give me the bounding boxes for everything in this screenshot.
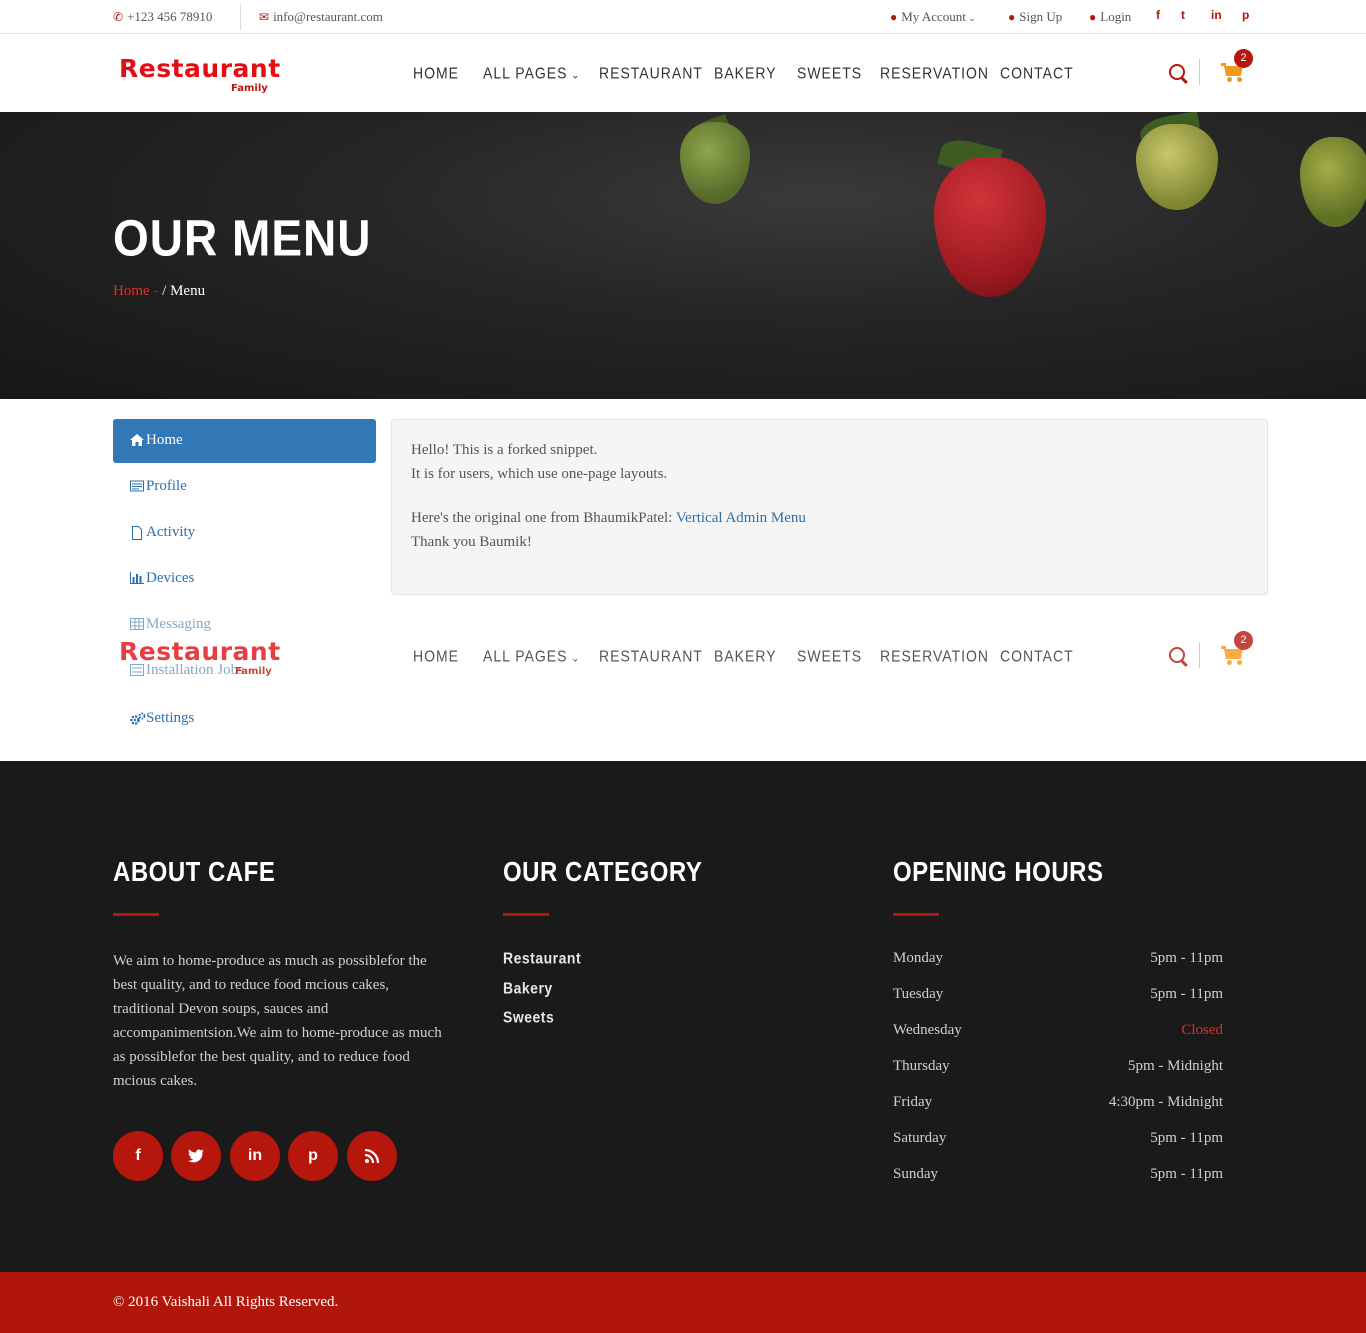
sign-up-link[interactable]: ● Sign Up [1008, 9, 1062, 25]
pinterest-icon[interactable]: p [1242, 8, 1249, 22]
header-divider [1199, 59, 1200, 85]
copyright-bar: © 2016 Vaishali All Rights Reserved. [0, 1272, 1366, 1333]
hours-row: Tuesday 5pm - 11pm [893, 986, 1223, 1002]
about-text: We aim to home-produce as much as possib… [113, 953, 442, 1089]
nav-home[interactable]: HOME [413, 647, 459, 665]
hours-row: Wednesday Closed [893, 1022, 1223, 1038]
facebook-icon[interactable]: f [1156, 8, 1160, 22]
green-strawberry-image [1136, 124, 1218, 210]
content-text: Thank you Baumik! [411, 534, 532, 550]
nav-reservation[interactable]: RESERVATION [880, 64, 989, 82]
nav-contact[interactable]: CONTACT [1000, 647, 1074, 665]
gears-icon [130, 712, 146, 725]
heading-underline [893, 913, 939, 916]
home-icon [130, 434, 144, 446]
sidebar-item-devices[interactable]: Devices [113, 557, 376, 601]
page-hero: OUR MENU Home - / Menu [0, 112, 1366, 399]
nav-restaurant[interactable]: RESTAURANT [599, 64, 703, 82]
nav-all-pages[interactable]: ALL PAGES ⌄ [483, 647, 581, 665]
nav-reservation[interactable]: RESERVATION [880, 647, 989, 665]
nav-sweets[interactable]: SWEETS [797, 647, 862, 665]
green-strawberry-image [1300, 137, 1366, 227]
about-heading: ABOUT CAFE [113, 857, 276, 889]
sidebar-item-home[interactable]: Home [113, 419, 376, 463]
footer: ABOUT CAFE We aim to home-produce as muc… [0, 761, 1366, 1272]
content-text: Here's the original one from BhaumikPate… [411, 510, 806, 526]
linkedin-icon[interactable]: in [230, 1131, 280, 1181]
hours-row: Sunday 5pm - 11pm [893, 1166, 1223, 1182]
hours-row: Friday 4:30pm - Midnight [893, 1094, 1223, 1110]
nav-sweets[interactable]: SWEETS [797, 64, 862, 82]
hours-heading: OPENING HOURS [893, 857, 1104, 889]
chevron-down-icon: ⌄ [965, 13, 976, 23]
content-text: It is for users, which use one-page layo… [411, 466, 668, 482]
page-title: OUR MENU [113, 209, 372, 267]
twitter-icon[interactable]: t [1181, 8, 1185, 22]
pinterest-icon[interactable]: p [288, 1131, 338, 1181]
nav-contact[interactable]: CONTACT [1000, 64, 1074, 82]
chevron-down-icon: ⌄ [567, 652, 581, 665]
breadcrumb-home-link[interactable]: Home [113, 283, 150, 299]
vertical-admin-menu-link[interactable]: Vertical Admin Menu [676, 510, 806, 526]
phone-contact[interactable]: ✆ +123 456 78910 [113, 9, 212, 25]
red-strawberry-image [934, 157, 1046, 297]
topbar-divider [240, 4, 241, 30]
nav-bakery[interactable]: BAKERY [714, 647, 777, 665]
closed-status: Closed [1181, 1022, 1223, 1038]
nav-bakery[interactable]: BAKERY [714, 64, 777, 82]
category-link-sweets[interactable]: Sweets [503, 1008, 554, 1026]
sticky-header: Restaurant Family HOME ALL PAGES ⌄ RESTA… [0, 617, 1366, 695]
email-contact[interactable]: ✉ info@restaurant.com [259, 9, 383, 25]
twitter-icon[interactable] [171, 1131, 221, 1181]
facebook-icon[interactable]: f [113, 1131, 163, 1181]
heading-underline [113, 913, 159, 916]
nav-home[interactable]: HOME [413, 64, 459, 82]
category-link-bakery[interactable]: Bakery [503, 979, 553, 997]
hours-row: Saturday 5pm - 11pm [893, 1130, 1223, 1146]
linkedin-icon[interactable]: in [1211, 8, 1222, 22]
phone-icon: ✆ [113, 10, 124, 24]
my-account-link[interactable]: ● My Account ⌄ [890, 9, 976, 25]
copyright-text: © 2016 Vaishali All Rights Reserved. [113, 1294, 339, 1310]
login-link[interactable]: ● Login [1089, 9, 1131, 25]
sidebar-item-settings[interactable]: Settings [113, 697, 376, 741]
nav-all-pages[interactable]: ALL PAGES ⌄ [483, 64, 581, 82]
logo[interactable]: Restaurant Family [119, 54, 280, 98]
top-bar: ✆ +123 456 78910 ✉ info@restaurant.com ● My… [0, 0, 1366, 34]
sidebar-item-activity[interactable]: Activity [113, 511, 376, 555]
sidebar-item-profile[interactable]: Profile [113, 465, 376, 509]
cart-count-badge: 2 [1234, 631, 1253, 650]
header-divider [1199, 642, 1200, 668]
chevron-down-icon: ⌄ [567, 69, 581, 82]
logo[interactable]: Restaurant Family [119, 637, 280, 681]
breadcrumb-current: / Menu [162, 283, 206, 299]
heading-underline [503, 913, 549, 916]
search-icon[interactable] [1169, 64, 1185, 80]
id-card-icon [130, 480, 144, 492]
bar-chart-icon [130, 572, 144, 584]
category-heading: OUR CATEGORY [503, 857, 703, 889]
file-icon [130, 526, 143, 540]
hours-row: Monday 5pm - 11pm [893, 950, 1223, 966]
content-well: Hello! This is a forked snippet. It is f… [391, 419, 1268, 595]
search-icon[interactable] [1169, 647, 1185, 663]
nav-restaurant[interactable]: RESTAURANT [599, 647, 703, 665]
user-icon: ● [1089, 10, 1097, 24]
category-link-restaurant[interactable]: Restaurant [503, 949, 581, 967]
rss-icon[interactable] [347, 1131, 397, 1181]
green-strawberry-image [680, 122, 750, 204]
main-header: Restaurant Family HOME ALL PAGES ⌄ RESTA… [0, 34, 1366, 112]
cart-count-badge: 2 [1234, 49, 1253, 68]
envelope-icon: ✉ [259, 10, 270, 24]
hours-row: Thursday 5pm - Midnight [893, 1058, 1223, 1074]
user-icon: ● [1008, 10, 1016, 24]
breadcrumb: Home - / Menu [113, 283, 206, 299]
user-icon: ● [890, 10, 898, 24]
content-text: Hello! This is a forked snippet. [411, 442, 598, 458]
